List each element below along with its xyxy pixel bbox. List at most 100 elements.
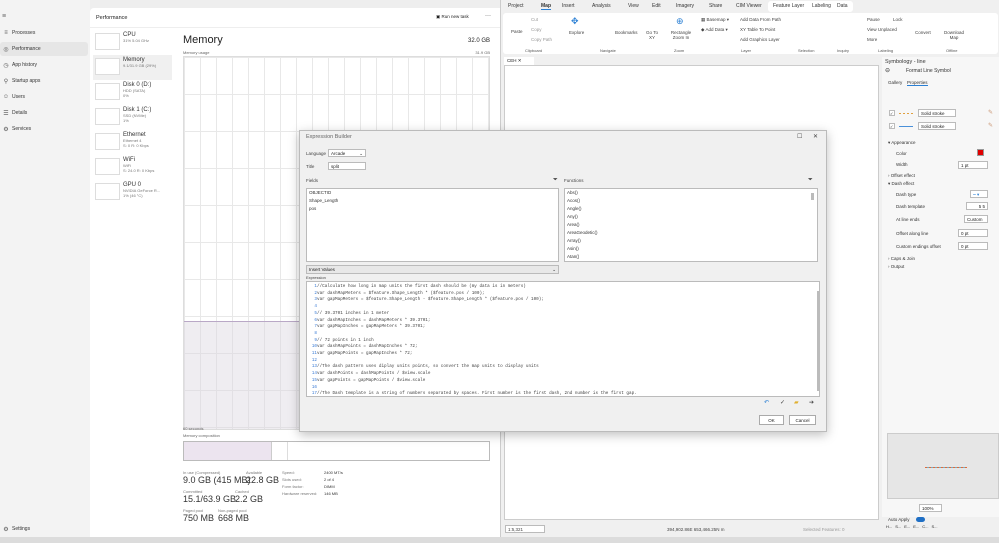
go-to-xy-button[interactable]: Go To XY bbox=[645, 30, 659, 40]
lock-button[interactable]: Lock bbox=[893, 17, 903, 22]
history-icon[interactable]: ↶ bbox=[764, 399, 769, 406]
ribbon-tab-map[interactable]: Map bbox=[541, 3, 551, 10]
run-new-task-button[interactable]: ▣ Run new task bbox=[436, 14, 469, 20]
bottom-pane-tab[interactable]: E... bbox=[913, 524, 919, 529]
section-caps-join[interactable]: › Caps & Join bbox=[888, 256, 915, 261]
custom-offset-input[interactable]: 0 pt bbox=[958, 242, 988, 250]
close-button[interactable]: ✕ bbox=[813, 133, 818, 140]
offset-along-input[interactable]: 0 pt bbox=[958, 229, 988, 237]
device-wifi[interactable]: WiFi WiFi S: 24.0 R: 0 Kbps bbox=[93, 155, 172, 180]
brush-icon[interactable]: ✎ bbox=[988, 122, 993, 129]
ribbon-tab-insert[interactable]: Insert bbox=[562, 3, 575, 9]
title-input[interactable]: split bbox=[328, 162, 366, 170]
back-icon[interactable]: ⊖ bbox=[885, 67, 890, 74]
view-unplaced-button[interactable]: View Unplaced bbox=[867, 27, 897, 32]
editor-scrollbar[interactable] bbox=[817, 291, 820, 391]
fields-filter-icon[interactable]: ⏷ bbox=[553, 177, 558, 184]
device-disk[interactable]: Disk 0 (D:) HDD (SATA) 0% bbox=[93, 80, 172, 105]
pause-button[interactable]: Pause bbox=[867, 17, 880, 22]
bottom-pane-tab[interactable]: C... bbox=[922, 524, 928, 529]
section-offset-effect[interactable]: › Offset effect bbox=[888, 173, 915, 178]
device-memory[interactable]: Memory 9.1/31.9 GB (29%) bbox=[93, 55, 172, 80]
bottom-pane-tab[interactable]: S... bbox=[932, 524, 938, 529]
ribbon-tab-edit[interactable]: Edit bbox=[652, 3, 661, 9]
nav-settings[interactable]: ⚙ Settings bbox=[0, 522, 88, 536]
verify-icon[interactable]: ✓ bbox=[780, 399, 785, 406]
more-button[interactable]: More bbox=[867, 37, 877, 42]
device-disk[interactable]: Disk 1 (C:) SSD (NVMe) 1% bbox=[93, 105, 172, 130]
fields-list[interactable]: OBJECTID Shape_Length pos bbox=[306, 188, 559, 262]
paste-button[interactable]: Paste bbox=[511, 29, 523, 34]
ribbon-tab-view[interactable]: View bbox=[628, 3, 639, 9]
width-input[interactable]: 1 pt bbox=[958, 161, 988, 169]
cut-button[interactable]: Cut bbox=[531, 17, 538, 22]
xy-table-to-point-button[interactable]: XY Table To Point bbox=[740, 27, 775, 32]
ribbon-tab-cim-viewer[interactable]: CIM Viewer bbox=[736, 3, 762, 9]
map-tab[interactable]: CEH ✕ bbox=[504, 57, 534, 65]
tab-gallery[interactable]: Gallery bbox=[888, 80, 902, 85]
contextual-tab[interactable]: Feature Layer bbox=[773, 3, 804, 9]
function-item[interactable]: Atan() bbox=[565, 253, 817, 261]
nav-performance[interactable]: ◎ Performance bbox=[0, 42, 88, 56]
functions-list[interactable]: Abs() Acos() Angle() Any() Area() AreaGeodeti… bbox=[564, 188, 818, 262]
function-item[interactable]: Acos() bbox=[565, 197, 817, 205]
convert-button[interactable]: Convert bbox=[915, 30, 931, 35]
copy-path-button[interactable]: Copy Path bbox=[531, 37, 552, 42]
function-item[interactable]: Area() bbox=[565, 221, 817, 229]
section-output[interactable]: › Output bbox=[888, 264, 904, 269]
brush-icon[interactable]: ✎ bbox=[988, 109, 993, 116]
contextual-tab[interactable]: Data bbox=[837, 3, 848, 9]
device-cpu[interactable]: CPU 31% 5.04 GHz bbox=[93, 30, 172, 55]
dash-type-picker[interactable]: ┅ ▾ bbox=[970, 190, 988, 198]
explore-button[interactable]: Explore bbox=[569, 30, 584, 35]
bottom-pane-tab[interactable]: S... bbox=[895, 524, 901, 529]
expression-editor[interactable]: 1//Calculate how long in map units the f… bbox=[306, 281, 820, 397]
insert-values-select[interactable]: Insert Values ⌄ bbox=[306, 265, 559, 274]
nav-details[interactable]: ☰ Details bbox=[0, 106, 88, 120]
nav-services[interactable]: ⚙ Services bbox=[0, 122, 88, 136]
functions-scrollbar[interactable] bbox=[811, 193, 814, 200]
field-item[interactable]: Shape_Length bbox=[307, 197, 558, 205]
function-item[interactable]: Array() bbox=[565, 237, 817, 245]
more-options-button[interactable]: ··· bbox=[485, 13, 491, 19]
language-select[interactable]: Arcade ⌄ bbox=[328, 149, 366, 157]
nav-processes[interactable]: ≡ Processes bbox=[0, 26, 88, 40]
ribbon-tab-share[interactable]: Share bbox=[709, 3, 722, 9]
bottom-pane-tab[interactable]: E... bbox=[904, 524, 910, 529]
nav-startup-apps[interactable]: ⚲ Startup apps bbox=[0, 74, 88, 88]
nav-users[interactable]: ☺ Users bbox=[0, 90, 88, 104]
ribbon-tab-imagery[interactable]: Imagery bbox=[676, 3, 694, 9]
stroke-layer-select[interactable]: Solid stroke bbox=[918, 122, 956, 130]
device-ethernet[interactable]: Ethernet Ethernet 4 S: 0 R: 0 Kbps bbox=[93, 130, 172, 155]
device-gpu[interactable]: GPU 0 NVIDIA GeForce R... 1% (46 °C) bbox=[93, 180, 172, 205]
layer-checkbox[interactable]: ✓ bbox=[889, 110, 895, 116]
rectangle-zoom-button[interactable]: Rectangle Zoom In bbox=[669, 30, 693, 40]
cancel-button[interactable]: Cancel bbox=[789, 415, 816, 425]
maximize-button[interactable]: ☐ bbox=[797, 133, 802, 140]
function-item[interactable]: Abs() bbox=[565, 189, 817, 197]
add-graphics-layer-button[interactable]: Add Graphics Layer bbox=[740, 37, 780, 42]
bookmarks-button[interactable]: Bookmarks bbox=[615, 30, 638, 35]
contextual-tab[interactable]: Labeling bbox=[812, 3, 831, 9]
layer-checkbox[interactable]: ✓ bbox=[889, 123, 895, 129]
download-map-button[interactable]: Download Map bbox=[943, 30, 965, 40]
basemap-button[interactable]: ▦ Basemap ▾ bbox=[701, 17, 729, 23]
stroke-layer-select[interactable]: Solid stroke bbox=[918, 109, 956, 117]
color-swatch[interactable] bbox=[977, 149, 984, 156]
bottom-pane-tab[interactable]: H... bbox=[886, 524, 892, 529]
scale-select[interactable]: 1:5,321 bbox=[505, 525, 545, 533]
add-data-button[interactable]: ◆ Add Data ▾ bbox=[701, 27, 728, 33]
function-item[interactable]: AreaGeodetic() bbox=[565, 229, 817, 237]
nav-app-history[interactable]: ◷ App history bbox=[0, 58, 88, 72]
tab-properties[interactable]: Properties bbox=[907, 80, 928, 86]
function-item[interactable]: Any() bbox=[565, 213, 817, 221]
function-item[interactable]: Asin() bbox=[565, 245, 817, 253]
section-dash-effect[interactable]: ▾ Dash effect bbox=[888, 181, 914, 187]
line-ends-select[interactable]: Custom bbox=[964, 215, 988, 223]
function-item[interactable]: Angle() bbox=[565, 205, 817, 213]
preview-zoom-select[interactable]: 100% bbox=[919, 504, 942, 512]
field-item[interactable]: pos bbox=[307, 205, 558, 213]
section-appearance[interactable]: ▾ Appearance bbox=[888, 140, 916, 146]
add-data-from-path-button[interactable]: Add Data From Path bbox=[740, 17, 781, 22]
ribbon-tab-project[interactable]: Project bbox=[508, 3, 524, 9]
